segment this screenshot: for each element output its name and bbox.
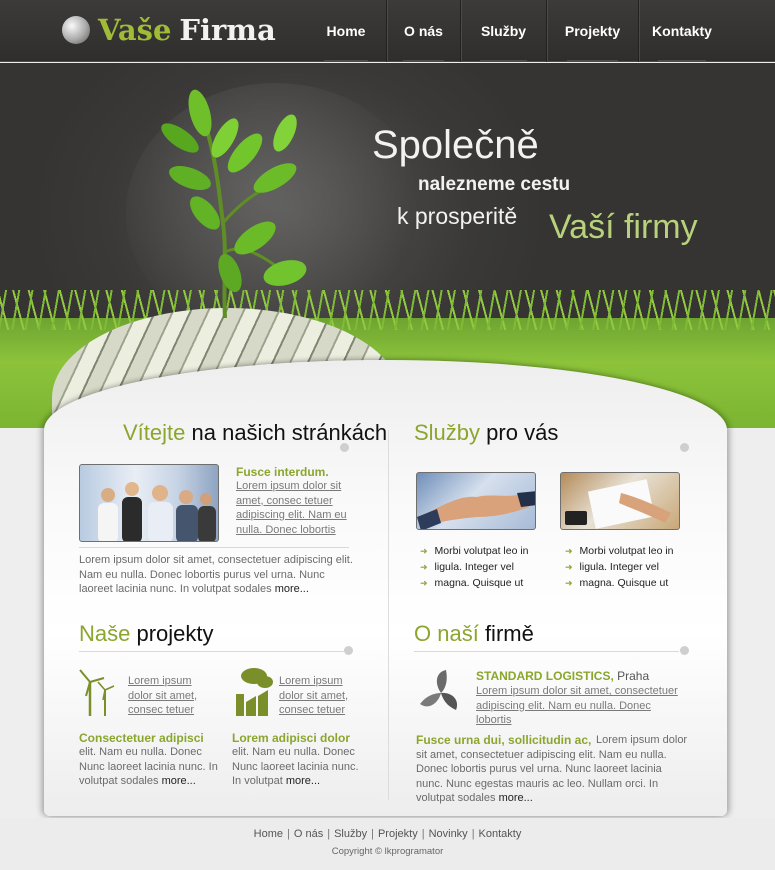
footer-link-services[interactable]: Služby [334, 828, 367, 840]
welcome-aside: Fusce interdum. Lorem ipsum dolor sit am… [236, 465, 348, 537]
column-divider [388, 430, 389, 800]
list-item: ➜ Morbi volutpat leo in [565, 545, 674, 557]
hero-slogan-line-4: Vaší firmy [549, 208, 698, 246]
hero-slogan-line-1: Společně [372, 123, 539, 167]
footer: Home | O nás | Služby | Projekty | Novinky | Konta… [0, 818, 775, 870]
list-item: ➜ magna. Quisque ut [420, 577, 524, 589]
services-list-2: ➜ Morbi volutpat leo in ➜ ligula. Integer … [565, 543, 674, 591]
arrow-icon: ➜ [420, 546, 428, 556]
divider-line [79, 547, 349, 548]
main-nav: Home O nás Služby Projekty Kontakty [306, 0, 725, 62]
factory-icon [236, 668, 273, 716]
contract-photo [560, 472, 680, 530]
about-title: O naší firmě [414, 621, 534, 646]
globe-icon [62, 16, 90, 44]
logo-word-2: Firma [179, 13, 276, 47]
wind-turbine-icon [79, 669, 115, 716]
services-list-1: ➜ Morbi volutpat leo in ➜ ligula. Integer … [420, 543, 529, 591]
project-1-text: elit. Nam eu nulla. Donec Nunc laoreet l… [79, 746, 218, 787]
project-2-link[interactable]: Lorem ipsum dolor sit amet, consec tetue… [279, 674, 349, 718]
project-1-more-link[interactable]: more... [162, 775, 196, 787]
header: Vaše Firma Home O nás Služby Projekty Ko… [0, 0, 775, 62]
welcome-more-link[interactable]: more... [275, 583, 309, 595]
nav-projects[interactable]: Projekty [546, 0, 638, 62]
list-item: ➜ ligula. Integer vel [565, 561, 659, 573]
company-name: STANDARD LOGISTICS, Praha [476, 669, 650, 683]
welcome-aside-link[interactable]: Lorem ipsum dolor sit amet, consec tetue… [236, 479, 348, 537]
section-dot [340, 443, 349, 452]
company-link[interactable]: Lorem ipsum dolor sit amet, consectetuer… [476, 684, 681, 728]
project-1-link[interactable]: Lorem ipsum dolor sit amet, consec tetue… [128, 674, 198, 718]
section-dot [680, 443, 689, 452]
nav-about[interactable]: O nás [386, 0, 460, 62]
company-logo-icon [420, 670, 458, 710]
nav-home[interactable]: Home [306, 0, 386, 62]
plant-image [161, 89, 307, 318]
hero-slogan-line-2: nalezneme cestu [418, 174, 571, 195]
nav-contacts[interactable]: Kontakty [638, 0, 725, 62]
arrow-icon: ➜ [565, 562, 573, 572]
arrow-icon: ➜ [420, 578, 428, 588]
divider-line [414, 651, 679, 652]
footer-link-contacts[interactable]: Kontakty [479, 828, 522, 840]
welcome-aside-heading: Fusce interdum. [236, 465, 329, 479]
project-2-heading: Lorem adipisci dolor [232, 731, 351, 745]
list-item: ➜ magna. Quisque ut [565, 577, 669, 589]
logo-word-1: Vaše [98, 13, 172, 47]
welcome-title: Vítejte na našich stránkách [123, 420, 388, 445]
divider-line [79, 651, 344, 652]
arrow-icon: ➜ [565, 546, 573, 556]
footer-link-home[interactable]: Home [254, 828, 283, 840]
section-dot [680, 646, 689, 655]
handshake-photo [416, 472, 536, 530]
arrow-icon: ➜ [565, 578, 573, 588]
logo[interactable]: Vaše Firma [62, 13, 276, 47]
copyright: Copyright © lkprogramator [331, 846, 444, 857]
team-photo [79, 464, 219, 542]
footer-link-news[interactable]: Novinky [429, 828, 468, 840]
footer-nav: Home | O nás | Služby | Projekty | Novinky | Konta… [253, 828, 522, 840]
section-dot [344, 646, 353, 655]
list-item: ➜ Morbi volutpat leo in [420, 545, 529, 557]
welcome-text: Lorem ipsum dolor sit amet, consectetuer… [79, 554, 353, 595]
services-title: Služby pro vás [414, 420, 559, 445]
footer-link-projects[interactable]: Projekty [378, 828, 418, 840]
list-item: ➜ ligula. Integer vel [420, 561, 514, 573]
footer-link-about[interactable]: O nás [294, 828, 323, 840]
about-more-link[interactable]: more... [499, 792, 533, 804]
project-2-more-link[interactable]: more... [286, 775, 320, 787]
arrow-icon: ➜ [420, 562, 428, 572]
about-text: Lorem ipsum dolor sit amet, consectetuer… [416, 734, 688, 804]
project-2-text: elit. Nam eu nulla. Donec Nunc laoreet l… [232, 746, 359, 787]
nav-services[interactable]: Služby [460, 0, 546, 62]
projects-title: Naše projekty [79, 621, 214, 646]
hero-slogan-line-3: k prosperitě [397, 203, 518, 229]
project-1-heading: Consectetuer adipisci [79, 731, 204, 745]
